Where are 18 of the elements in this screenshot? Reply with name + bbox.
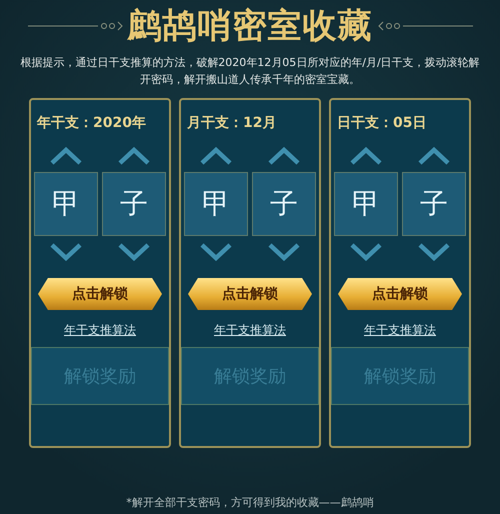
page-title: 鹧鸪哨密室收藏 xyxy=(128,6,372,46)
card-label: 日干支：05日 xyxy=(337,114,426,132)
hint-link[interactable]: 年干支推算法 xyxy=(214,322,286,339)
footer-note: *解开全部干支密码，方可得到我的收藏——鹧鸪哨 xyxy=(126,495,374,510)
dial-value: 子 xyxy=(252,172,316,236)
card-label: 年干支：2020年 xyxy=(37,114,146,132)
hint-link[interactable]: 年干支推算法 xyxy=(364,322,436,339)
dial-value: 子 xyxy=(402,172,466,236)
dial-value: 甲 xyxy=(34,172,98,236)
card-label: 月干支：12月 xyxy=(187,114,276,132)
unlock-button[interactable]: 点击解锁 xyxy=(338,278,462,310)
unlock-button[interactable]: 点击解锁 xyxy=(38,278,162,310)
dial-value: 甲 xyxy=(334,172,398,236)
hint-link[interactable]: 年干支推算法 xyxy=(64,322,136,339)
unlock-button[interactable]: 点击解锁 xyxy=(188,278,312,310)
dial-value: 子 xyxy=(102,172,166,236)
dial-value: 甲 xyxy=(184,172,248,236)
description-text: 根据提示，通过日干支推算的方法，破解2020年12月05日所对应的年/月/日干支，拨动滚轮解开密码，解开搬山道人传承千年的密室宝藏。 xyxy=(19,55,481,88)
